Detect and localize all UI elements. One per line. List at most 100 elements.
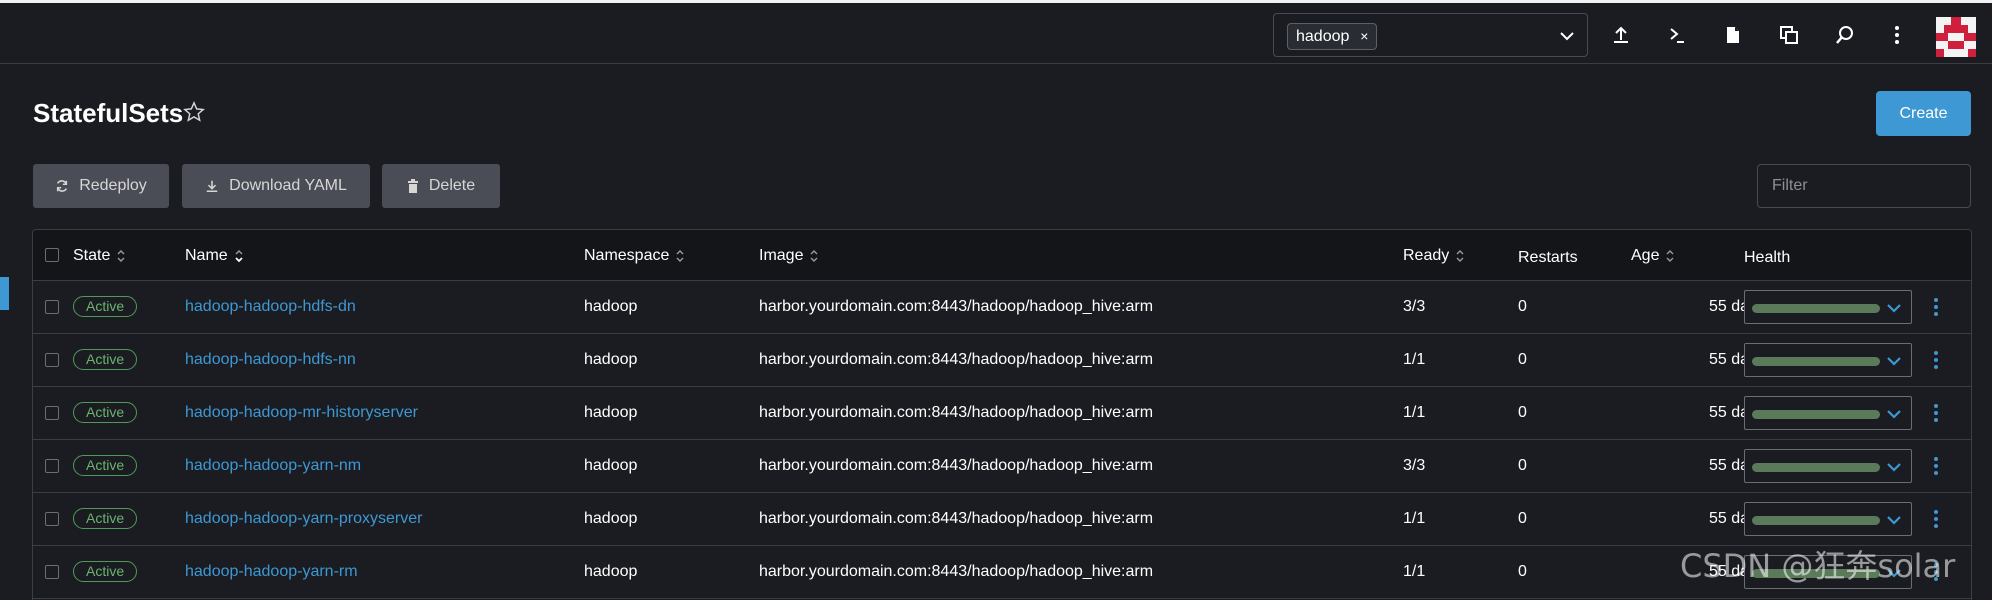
health-dropdown[interactable] bbox=[1744, 343, 1912, 377]
chevron-down-icon bbox=[1887, 463, 1901, 472]
column-image-label: Image bbox=[759, 247, 804, 264]
column-health: Health bbox=[1744, 249, 1790, 267]
row-actions-kebab-icon[interactable] bbox=[1933, 403, 1939, 423]
health-bar bbox=[1752, 410, 1880, 419]
namespace-cell: hadoop bbox=[584, 563, 638, 580]
health-dropdown[interactable] bbox=[1744, 290, 1912, 324]
column-state[interactable]: State bbox=[73, 247, 126, 265]
star-icon[interactable] bbox=[183, 101, 205, 123]
redeploy-button[interactable]: Redeploy bbox=[33, 164, 169, 208]
table-header: State Name Namespace Image Ready Restart… bbox=[33, 230, 1971, 281]
sort-icon bbox=[117, 250, 125, 262]
health-dropdown[interactable] bbox=[1744, 396, 1912, 430]
statefulset-name-link[interactable]: hadoop-hadoop-yarn-rm bbox=[185, 563, 358, 581]
redeploy-label: Redeploy bbox=[79, 177, 147, 194]
upload-icon[interactable] bbox=[1609, 23, 1633, 47]
restarts-cell: 0 bbox=[1518, 351, 1527, 368]
column-name-label: Name bbox=[185, 247, 228, 264]
create-button[interactable]: Create bbox=[1876, 91, 1971, 136]
chevron-down-icon bbox=[1887, 410, 1901, 419]
sort-icon bbox=[1666, 250, 1674, 262]
chevron-down-icon[interactable] bbox=[1557, 26, 1577, 46]
health-bar bbox=[1752, 304, 1880, 313]
health-dropdown[interactable] bbox=[1744, 502, 1912, 536]
image-cell: harbor.yourdomain.com:8443/hadoop/hadoop… bbox=[759, 510, 1154, 527]
statefulset-name-link[interactable]: hadoop-hadoop-hdfs-dn bbox=[185, 298, 356, 316]
health-bar bbox=[1752, 463, 1880, 472]
column-health-label: Health bbox=[1744, 249, 1791, 266]
statefulset-name-link[interactable]: hadoop-hadoop-yarn-nm bbox=[185, 457, 361, 475]
row-checkbox[interactable] bbox=[45, 300, 59, 314]
restarts-cell: 0 bbox=[1518, 510, 1527, 527]
image-cell: harbor.yourdomain.com:8443/hadoop/hadoop… bbox=[759, 457, 1154, 474]
download-yaml-label: Download YAML bbox=[229, 177, 347, 194]
column-age-label: Age bbox=[1631, 247, 1660, 264]
chevron-down-icon bbox=[1887, 357, 1901, 366]
copy-icon[interactable] bbox=[1777, 23, 1801, 47]
status-badge: Active bbox=[73, 402, 138, 423]
namespace-cell: hadoop bbox=[584, 404, 638, 421]
statefulset-name-link[interactable]: hadoop-hadoop-mr-historyserver bbox=[185, 404, 418, 422]
file-icon[interactable] bbox=[1721, 23, 1745, 47]
ready-cell: 1/1 bbox=[1403, 351, 1426, 368]
ready-cell: 3/3 bbox=[1403, 457, 1426, 474]
table-row: Active hadoop-hadoop-hdfs-dn hadoop harbor.… bbox=[33, 281, 1971, 334]
row-checkbox[interactable] bbox=[45, 512, 59, 526]
row-actions-kebab-icon[interactable] bbox=[1933, 456, 1939, 476]
namespace-cell: hadoop bbox=[584, 298, 638, 315]
column-name[interactable]: Name bbox=[185, 247, 244, 265]
user-avatar[interactable] bbox=[1936, 17, 1976, 57]
health-dropdown[interactable] bbox=[1744, 449, 1912, 483]
image-cell: harbor.yourdomain.com:8443/hadoop/hadoop… bbox=[759, 404, 1154, 421]
refresh-icon bbox=[57, 180, 68, 192]
namespace-chip-label: hadoop bbox=[1296, 28, 1350, 45]
namespace-selector[interactable]: hadoop × bbox=[1273, 13, 1588, 57]
row-actions-kebab-icon[interactable] bbox=[1933, 509, 1939, 529]
row-checkbox[interactable] bbox=[45, 406, 59, 420]
delete-button[interactable]: Delete bbox=[382, 164, 500, 208]
ready-cell: 1/1 bbox=[1403, 404, 1426, 421]
search-icon[interactable] bbox=[1833, 23, 1857, 47]
chevron-down-icon bbox=[1887, 516, 1901, 525]
table-row: Active hadoop-hadoop-yarn-nm hadoop harbor.… bbox=[33, 440, 1971, 493]
restarts-cell: 0 bbox=[1518, 457, 1527, 474]
restarts-cell: 0 bbox=[1518, 563, 1527, 580]
ready-cell: 1/1 bbox=[1403, 563, 1426, 580]
ready-cell: 3/3 bbox=[1403, 298, 1426, 315]
watermark: CSDN @狂奔solar bbox=[1680, 547, 1956, 585]
download-yaml-button[interactable]: Download YAML bbox=[182, 164, 370, 208]
more-vertical-icon[interactable] bbox=[1885, 23, 1909, 47]
health-bar bbox=[1752, 357, 1880, 366]
health-bar bbox=[1752, 516, 1880, 525]
row-actions-kebab-icon[interactable] bbox=[1933, 297, 1939, 317]
column-ready-label: Ready bbox=[1403, 247, 1450, 264]
namespace-chip: hadoop × bbox=[1287, 23, 1378, 50]
column-age[interactable]: Age bbox=[1631, 247, 1675, 265]
namespace-cell: hadoop bbox=[584, 351, 638, 368]
statefulset-name-link[interactable]: hadoop-hadoop-hdfs-nn bbox=[185, 351, 356, 369]
status-badge: Active bbox=[73, 296, 138, 317]
statefulset-name-link[interactable]: hadoop-hadoop-yarn-proxyserver bbox=[185, 510, 422, 528]
image-cell: harbor.yourdomain.com:8443/hadoop/hadoop… bbox=[759, 298, 1154, 315]
table-row: Active hadoop-hadoop-hdfs-nn hadoop harbor.… bbox=[33, 334, 1971, 387]
status-badge: Active bbox=[73, 561, 138, 582]
column-namespace[interactable]: Namespace bbox=[584, 247, 685, 265]
row-checkbox[interactable] bbox=[45, 459, 59, 473]
namespace-cell: hadoop bbox=[584, 510, 638, 527]
chip-remove-icon[interactable]: × bbox=[1360, 24, 1368, 49]
row-checkbox[interactable] bbox=[45, 565, 59, 579]
restarts-cell: 0 bbox=[1518, 404, 1527, 421]
status-badge: Active bbox=[73, 508, 138, 529]
terminal-icon[interactable] bbox=[1665, 23, 1689, 47]
select-all-checkbox[interactable] bbox=[45, 248, 59, 262]
filter-input[interactable] bbox=[1757, 164, 1971, 208]
page-title: StatefulSets bbox=[33, 98, 184, 128]
sidebar-active-indicator bbox=[0, 277, 9, 310]
namespace-cell: hadoop bbox=[584, 457, 638, 474]
row-actions-kebab-icon[interactable] bbox=[1933, 350, 1939, 370]
column-image[interactable]: Image bbox=[759, 247, 819, 265]
table-row: Active hadoop-hadoop-mr-historyserver hado… bbox=[33, 387, 1971, 440]
row-checkbox[interactable] bbox=[45, 353, 59, 367]
column-ready[interactable]: Ready bbox=[1403, 247, 1465, 265]
table-row: Active hadoop-hadoop-yarn-proxyserver hado… bbox=[33, 493, 1971, 546]
